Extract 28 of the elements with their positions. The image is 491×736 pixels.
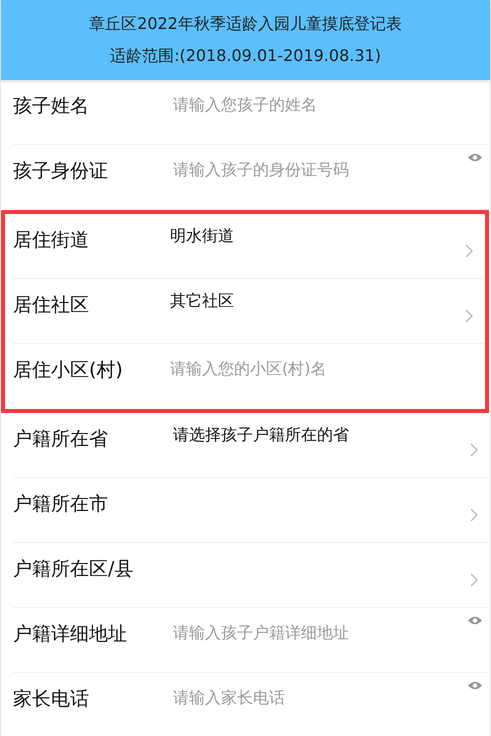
select-field[interactable]: 明水街道 xyxy=(170,224,485,274)
chevron-icon xyxy=(470,573,478,587)
age-range-text: 适龄范围:(2018.09.01-2019.08.31) xyxy=(110,47,381,65)
select-field[interactable]: 请选择孩子户籍所在的省 xyxy=(173,423,490,473)
field-label: 户籍详细地址 xyxy=(13,622,128,646)
chevron-icon xyxy=(465,309,473,323)
field-label: 户籍所在区/县 xyxy=(13,557,134,581)
select-field[interactable]: 其它社区 xyxy=(170,289,485,339)
input-field[interactable]: 请输入您孩子的姓名 xyxy=(173,92,460,116)
eye-icon[interactable] xyxy=(468,681,482,690)
chevron-icon xyxy=(470,508,478,522)
chevron-icon xyxy=(465,244,473,258)
input-field[interactable]: 请输入孩子的身份证号码 xyxy=(173,157,460,181)
eye-icon[interactable] xyxy=(468,153,482,162)
field-label: 孩子身份证 xyxy=(13,159,109,183)
eye-icon[interactable] xyxy=(468,616,482,625)
field-label: 孩子姓名 xyxy=(13,94,90,118)
chevron-icon xyxy=(470,443,478,457)
field-label: 家长电话 xyxy=(13,687,90,711)
field-label: 居住小区(村) xyxy=(13,358,124,382)
field-label: 居住社区 xyxy=(13,293,90,317)
field-label: 户籍所在省 xyxy=(13,427,109,451)
field-label: 居住街道 xyxy=(13,228,90,252)
form-title: 章丘区2022年秋季适龄入园儿童摸底登记表 xyxy=(89,15,402,33)
input-field[interactable]: 请输入孩子户籍详细地址 xyxy=(173,620,460,644)
input-field[interactable]: 请输入您的小区(村)名 xyxy=(170,356,455,380)
input-field[interactable]: 请输入家长电话 xyxy=(173,685,460,709)
field-label: 户籍所在市 xyxy=(13,492,109,516)
